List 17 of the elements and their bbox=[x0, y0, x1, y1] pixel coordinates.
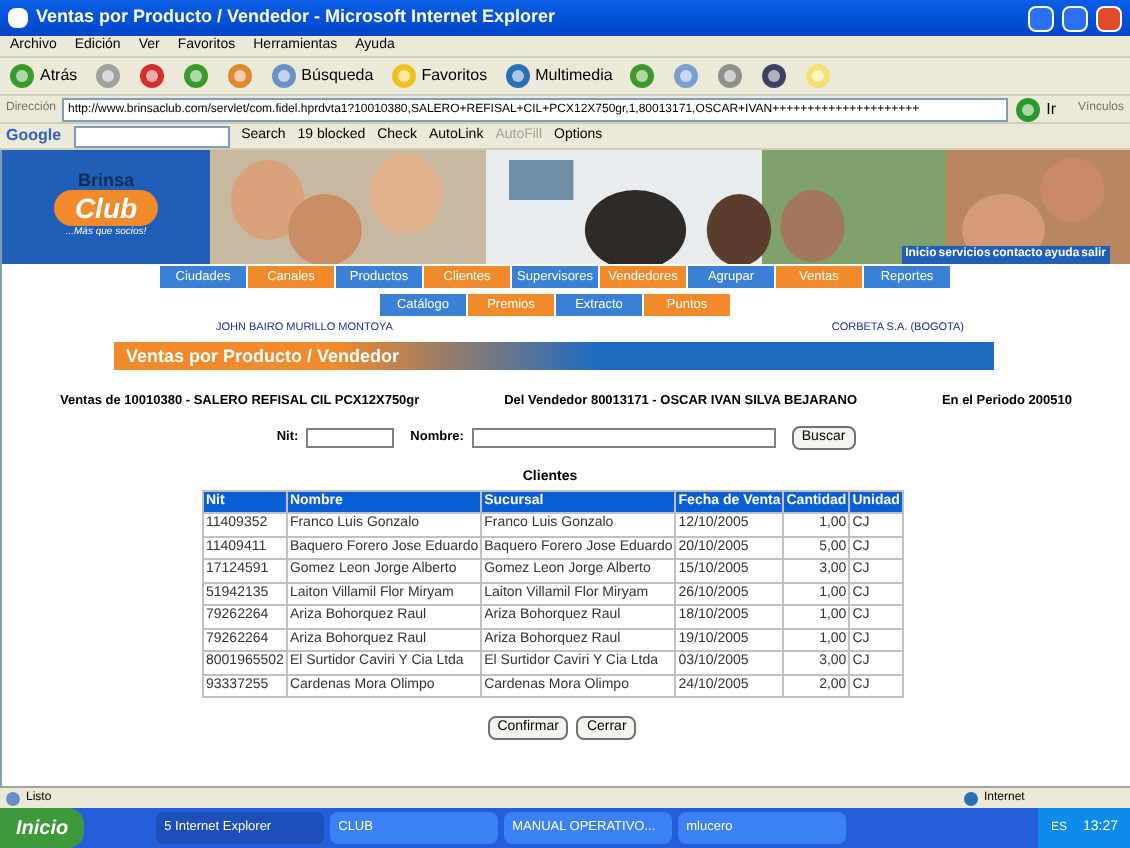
name-field[interactable] bbox=[471, 428, 776, 448]
page-title: Ventas por Producto / Vendedor bbox=[124, 343, 400, 370]
search-button[interactable]: Búsqueda bbox=[269, 62, 374, 90]
logo-text: Brinsa bbox=[77, 172, 134, 191]
google-search-field[interactable] bbox=[73, 125, 230, 147]
minimize-button[interactable] bbox=[1028, 5, 1054, 31]
google-logo[interactable]: Google bbox=[6, 124, 62, 148]
logo-badge: Club bbox=[54, 190, 158, 227]
media-button[interactable]: Multimedia bbox=[503, 62, 613, 90]
window-title: Ventas por Producto / Vendedor - Microsoft Internet Explorer bbox=[36, 4, 558, 31]
close-button[interactable] bbox=[1096, 5, 1122, 31]
back-button[interactable]: Atrás bbox=[8, 62, 78, 90]
start-button[interactable]: Inicio bbox=[0, 808, 85, 848]
go-button[interactable]: Ir bbox=[1014, 95, 1056, 123]
favorites-button[interactable]: Favoritos bbox=[389, 62, 488, 90]
maximize-button[interactable] bbox=[1062, 5, 1088, 31]
nit-field[interactable] bbox=[306, 428, 395, 448]
